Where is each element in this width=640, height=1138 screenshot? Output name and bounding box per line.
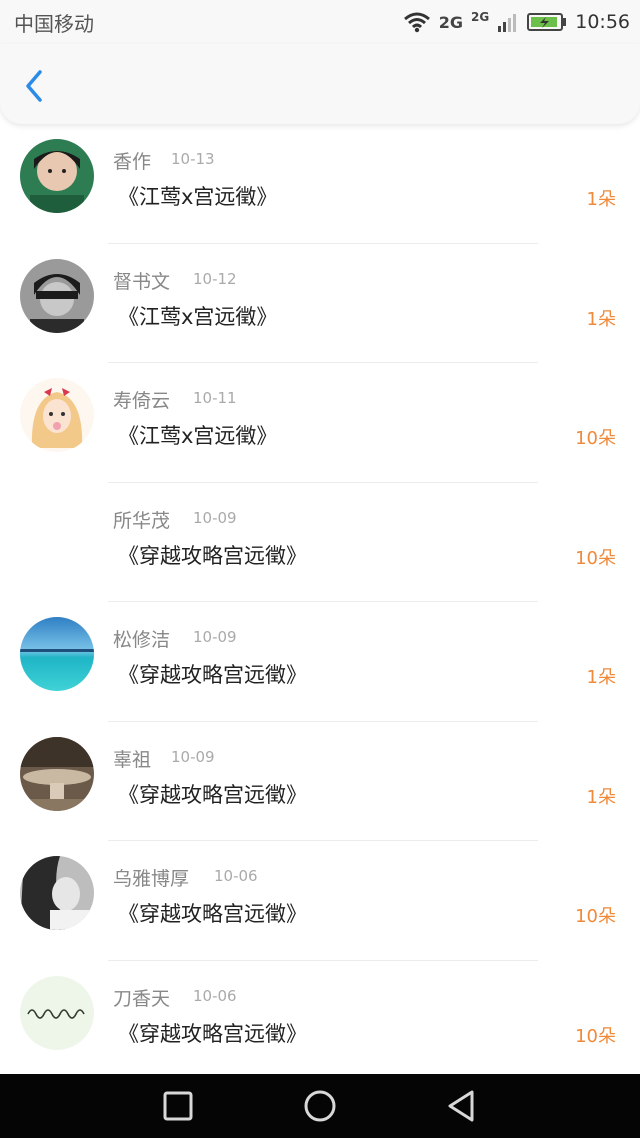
signal-icon (498, 14, 517, 32)
network-label-2: 2G (471, 10, 490, 24)
list-item[interactable]: 乌雅博厚 10-06 《穿越攻略宫远徵》 10朵 (0, 841, 640, 961)
book-title: 《江莺x宫远徵》 (118, 304, 278, 329)
back-nav-button[interactable] (444, 1088, 480, 1124)
book-title: 《江莺x宫远徵》 (118, 424, 278, 448)
avatar[interactable] (20, 498, 94, 572)
send-date: 10-06 (214, 867, 258, 885)
battery-icon (527, 13, 567, 31)
send-date: 10-09 (193, 508, 237, 527)
book-title: 《江莺x宫远徵》 (118, 185, 278, 209)
triangle-back-icon (448, 1090, 474, 1122)
clock: 10:56 (575, 11, 630, 33)
send-date: 10-12 (193, 269, 237, 288)
sender-name: 督书文 (113, 270, 171, 293)
avatar[interactable] (20, 258, 94, 333)
gift-amount: 1朵 (586, 667, 616, 688)
network-label-1: 2G (438, 12, 464, 32)
carrier-label: 中国移动 (14, 12, 94, 36)
gift-amount: 1朵 (586, 308, 616, 330)
send-date: 10-09 (171, 747, 215, 766)
avatar[interactable] (20, 975, 94, 1050)
system-nav-bar (0, 1074, 640, 1138)
circle-icon (304, 1090, 336, 1122)
book-title: 《穿越攻略宫远徵》 (118, 1021, 307, 1046)
gift-amount: 10朵 (575, 547, 616, 569)
list-item[interactable]: 所华茂 10-09 《穿越攻略宫远徵》 10朵 (0, 483, 640, 602)
send-date: 10-13 (171, 150, 215, 168)
book-title: 《穿越攻略宫远徵》 (118, 902, 307, 926)
gift-amount: 1朵 (586, 786, 616, 808)
list-item[interactable]: 督书文 10-12 《江莺x宫远徵》 1朵 (0, 244, 640, 363)
list-item[interactable]: 香作 10-13 《江莺x宫远徵》 1朵 (0, 124, 640, 244)
chevron-left-icon (26, 70, 42, 102)
avatar[interactable] (20, 139, 94, 213)
avatar[interactable] (20, 736, 94, 811)
gift-amount: 1朵 (586, 189, 616, 210)
list-item[interactable]: 刀香天 10-06 《穿越攻略宫远徵》 10朵 (0, 961, 640, 1081)
list-item[interactable]: 辜祖 10-09 《穿越攻略宫远徵》 1朵 (0, 722, 640, 841)
gift-amount: 10朵 (575, 906, 616, 927)
gift-amount: 10朵 (575, 1025, 616, 1047)
home-button[interactable] (302, 1088, 338, 1124)
sender-name: 乌雅博厚 (113, 868, 190, 890)
recent-apps-button[interactable] (160, 1088, 196, 1124)
book-title: 《穿越攻略宫远徵》 (118, 782, 307, 807)
send-date: 10-09 (193, 628, 237, 646)
status-icons: 2G 2G 10:56 (403, 6, 630, 38)
wifi-icon (403, 12, 430, 33)
book-title: 《穿越攻略宫远徵》 (118, 543, 307, 568)
avatar[interactable] (20, 856, 94, 930)
sender-name: 松修洁 (113, 629, 171, 651)
gift-list: 香作 10-13 《江莺x宫远徵》 1朵 督书文 10-12 《江莺x宫远徵》 … (0, 124, 640, 1080)
back-button[interactable] (18, 66, 54, 106)
avatar[interactable] (20, 378, 94, 452)
sender-name: 寿倚云 (113, 390, 171, 412)
sender-name: 所华茂 (113, 509, 171, 532)
sender-name: 刀香天 (113, 987, 171, 1010)
sender-name: 辜祖 (113, 748, 152, 771)
list-item[interactable]: 松修洁 10-09 《穿越攻略宫远徵》 1朵 (0, 602, 640, 722)
book-title: 《穿越攻略宫远徵》 (118, 663, 307, 687)
status-bar: 中国移动 2G 2G 10:56 (0, 0, 640, 44)
list-item[interactable]: 寿倚云 10-11 《江莺x宫远徵》 10朵 (0, 363, 640, 483)
square-icon (163, 1091, 193, 1121)
avatar[interactable] (20, 617, 94, 691)
send-date: 10-11 (193, 389, 237, 407)
gift-amount: 10朵 (575, 428, 616, 449)
send-date: 10-06 (193, 986, 237, 1005)
header (0, 44, 640, 124)
sender-name: 香作 (113, 151, 152, 173)
